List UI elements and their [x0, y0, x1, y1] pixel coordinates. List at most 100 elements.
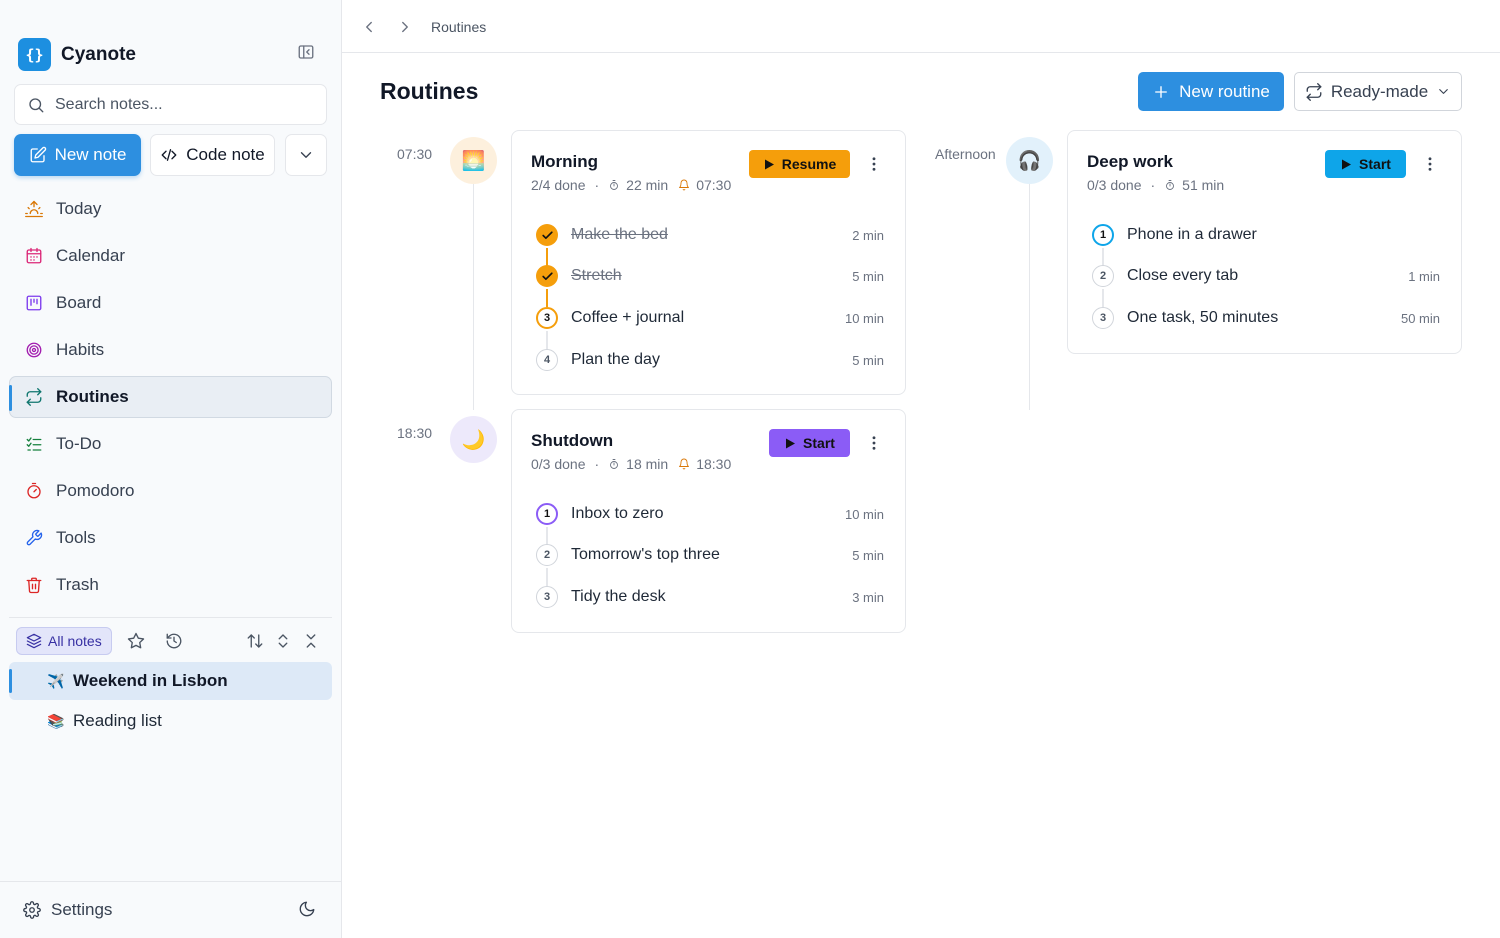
collapse-sidebar-icon[interactable] — [297, 43, 315, 61]
headphones-icon: 🎧 — [1006, 137, 1053, 184]
routine-card-morning[interactable]: Morning 2/4 done · 22 min 07:30 Resume M… — [511, 130, 906, 395]
step-item[interactable]: Make the bed 2 min — [536, 223, 884, 247]
step-number[interactable]: 3 — [536, 586, 558, 608]
expand-all-icon[interactable] — [274, 632, 292, 650]
sidebar-item-habits[interactable]: Habits — [9, 329, 332, 371]
sidebar-item-tools[interactable]: Tools — [9, 517, 332, 559]
play-icon — [784, 437, 796, 450]
check-icon[interactable] — [536, 265, 558, 287]
airplane-icon: ✈️ — [47, 672, 65, 689]
routine-meta: 2/4 done · 22 min 07:30 — [531, 177, 731, 193]
resume-button[interactable]: Resume — [749, 150, 850, 178]
new-routine-button[interactable]: New routine — [1138, 72, 1284, 111]
step-number[interactable]: 1 — [1092, 224, 1114, 246]
step-number[interactable]: 1 — [536, 503, 558, 525]
notes-toolbar: All notes — [16, 627, 326, 655]
step-number[interactable]: 4 — [536, 349, 558, 371]
step-duration: 3 min — [852, 589, 884, 605]
search-box[interactable] — [14, 84, 327, 125]
moon-icon[interactable] — [298, 900, 316, 918]
play-icon — [763, 158, 775, 171]
sidebar-item-trash[interactable]: Trash — [9, 564, 332, 606]
step-item[interactable]: 1 Phone in a drawer — [1092, 223, 1440, 247]
routine-card-deep-work[interactable]: Deep work 0/3 done · 51 min Start 1 Phon… — [1067, 130, 1462, 354]
settings-bar: Settings — [0, 881, 342, 938]
routine-time: 18:30 — [397, 425, 433, 441]
timeline-line — [1029, 184, 1030, 410]
gear-icon[interactable] — [23, 901, 41, 919]
more-vertical-icon[interactable] — [865, 155, 883, 173]
step-item[interactable]: 2 Tomorrow's top three 5 min — [536, 543, 884, 567]
step-item[interactable]: Stretch 5 min — [536, 264, 884, 288]
step-number[interactable]: 3 — [536, 307, 558, 329]
search-input[interactable] — [55, 95, 305, 114]
check-icon[interactable] — [536, 224, 558, 246]
new-routine-label: New routine — [1179, 81, 1270, 101]
sidebar-item-calendar[interactable]: Calendar — [9, 235, 332, 277]
step-number[interactable]: 3 — [1092, 307, 1114, 329]
sort-icon[interactable] — [246, 632, 264, 650]
more-vertical-icon[interactable] — [865, 434, 883, 452]
sidebar-item-label: Board — [56, 293, 102, 312]
note-item-weekend-in-lisbon[interactable]: ✈️ Weekend in Lisbon — [9, 662, 332, 700]
note-item-reading-list[interactable]: 📚 Reading list — [9, 702, 332, 740]
settings-label[interactable]: Settings — [51, 900, 112, 920]
step-label: Plan the day — [571, 351, 660, 368]
chevron-down-icon — [297, 146, 315, 164]
star-icon[interactable] — [127, 632, 145, 650]
app-logo: {} — [18, 38, 51, 71]
new-note-button[interactable]: New note — [14, 134, 141, 176]
step-item[interactable]: 1 Inbox to zero 10 min — [536, 502, 884, 526]
collapse-all-icon[interactable] — [302, 632, 320, 650]
ready-made-label: Ready-made — [1330, 81, 1429, 101]
sidebar-item-board[interactable]: Board — [9, 282, 332, 324]
start-button[interactable]: Start — [769, 429, 850, 457]
timer-icon — [25, 482, 43, 500]
more-note-types-button[interactable] — [285, 134, 327, 176]
sidebar-item-pomodoro[interactable]: Pomodoro — [9, 470, 332, 512]
start-button[interactable]: Start — [1325, 150, 1406, 178]
step-item[interactable]: 2 Close every tab 1 min — [1092, 264, 1440, 288]
timeline-line — [473, 184, 474, 410]
stopwatch-icon — [1164, 179, 1176, 191]
progress-text: 0/3 done — [531, 456, 586, 472]
edit-icon — [29, 146, 47, 164]
step-number[interactable]: 2 — [1092, 265, 1114, 287]
code-note-button[interactable]: Code note — [150, 134, 275, 176]
back-arrow-icon[interactable] — [360, 18, 378, 36]
sidebar-item-today[interactable]: Today — [9, 188, 332, 230]
all-notes-filter[interactable]: All notes — [16, 627, 112, 655]
step-label: Tidy the desk — [571, 588, 666, 605]
routine-meta: 0/3 done · 18 min 18:30 — [531, 456, 731, 472]
step-item[interactable]: 3 Tidy the desk 3 min — [536, 585, 884, 609]
ready-made-dropdown[interactable]: Ready-made — [1294, 72, 1462, 111]
sidebar-item-label: Today — [56, 199, 102, 218]
action-label: Resume — [781, 156, 837, 172]
sidebar-item-todo[interactable]: To-Do — [9, 423, 332, 465]
breadcrumb[interactable]: Routines — [431, 19, 486, 35]
step-duration: 5 min — [852, 547, 884, 563]
sunrise-icon: 🌅 — [450, 137, 497, 184]
note-title: Weekend in Lisbon — [73, 671, 228, 690]
step-item[interactable]: 3 Coffee + journal 10 min — [536, 306, 884, 330]
step-label: One task, 50 minutes — [1127, 309, 1279, 326]
bell-icon — [678, 458, 690, 470]
routine-time: Afternoon — [935, 146, 996, 162]
history-icon[interactable] — [165, 632, 183, 650]
separator: · — [594, 456, 600, 472]
plus-icon — [1152, 83, 1170, 101]
sidebar-item-routines[interactable]: Routines — [9, 376, 332, 418]
step-item[interactable]: 3 One task, 50 minutes 50 min — [1092, 306, 1440, 330]
routine-card-shutdown[interactable]: Shutdown 0/3 done · 18 min 18:30 Start 1… — [511, 409, 906, 633]
step-item[interactable]: 4 Plan the day 5 min — [536, 348, 884, 372]
repeat-icon — [1305, 82, 1323, 101]
forward-arrow-icon[interactable] — [396, 18, 414, 36]
step-duration: 10 min — [844, 506, 884, 522]
more-vertical-icon[interactable] — [1421, 155, 1439, 173]
step-duration: 1 min — [1408, 268, 1440, 284]
progress-text: 0/3 done — [1087, 177, 1142, 193]
chevron-down-icon — [1436, 84, 1451, 99]
step-number[interactable]: 2 — [536, 544, 558, 566]
wrench-icon — [25, 529, 43, 547]
brand[interactable]: {} Cyanote — [18, 38, 136, 71]
